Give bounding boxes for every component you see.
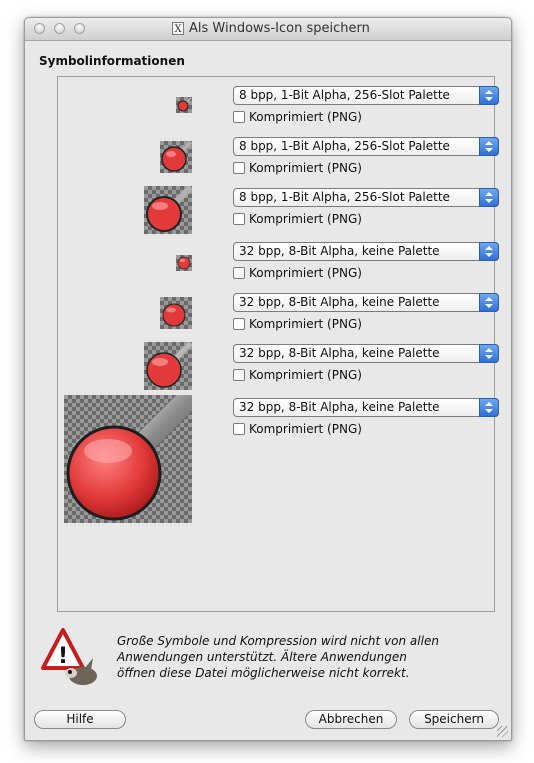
format-select-value: 32 bpp, 8-Bit Alpha, keine Palette bbox=[239, 295, 440, 309]
resize-grip[interactable] bbox=[497, 726, 508, 737]
compress-checkbox[interactable] bbox=[233, 317, 245, 330]
select-arrows-icon bbox=[479, 188, 499, 207]
compress-checkbox-row[interactable]: Komprimiert (PNG) bbox=[233, 110, 362, 126]
select-arrows-icon bbox=[479, 293, 499, 312]
select-arrows-icon bbox=[479, 137, 499, 156]
format-select[interactable]: 8 bpp, 1-Bit Alpha, 256-Slot Palette bbox=[233, 86, 499, 105]
close-window-button[interactable] bbox=[34, 23, 45, 34]
zoom-window-button[interactable] bbox=[74, 23, 85, 34]
compress-checkbox-row[interactable]: Komprimiert (PNG) bbox=[233, 317, 362, 333]
window-title: Als Windows-Icon speichern bbox=[189, 21, 370, 36]
cancel-button[interactable]: Abbrechen bbox=[305, 710, 397, 729]
compress-checkbox-row[interactable]: Komprimiert (PNG) bbox=[233, 368, 362, 384]
save-windows-icon-dialog: X Als Windows-Icon speichern Symbolinfor… bbox=[24, 17, 512, 741]
format-select-value: 32 bpp, 8-Bit Alpha, keine Palette bbox=[239, 244, 440, 258]
compress-checkbox-row[interactable]: Komprimiert (PNG) bbox=[233, 212, 362, 228]
format-select-value: 32 bpp, 8-Bit Alpha, keine Palette bbox=[239, 346, 440, 360]
compress-checkbox-label: Komprimiert (PNG) bbox=[249, 317, 362, 331]
warning-message: Große Symbole und Kompression wird nicht… bbox=[117, 633, 477, 681]
format-select[interactable]: 8 bpp, 1-Bit Alpha, 256-Slot Palette bbox=[233, 188, 499, 207]
svg-text:!: ! bbox=[58, 644, 68, 669]
compress-checkbox-row[interactable]: Komprimiert (PNG) bbox=[233, 161, 362, 177]
compress-checkbox-row[interactable]: Komprimiert (PNG) bbox=[233, 422, 362, 438]
format-select-value: 32 bpp, 8-Bit Alpha, keine Palette bbox=[239, 400, 440, 414]
format-select-value: 8 bpp, 1-Bit Alpha, 256-Slot Palette bbox=[239, 139, 450, 153]
icon-list-panel: 8 bpp, 1-Bit Alpha, 256-Slot Palette Kom… bbox=[57, 76, 499, 612]
icon-preview-32 bbox=[160, 141, 192, 173]
save-button[interactable]: Speichern bbox=[409, 710, 499, 729]
compress-checkbox[interactable] bbox=[233, 110, 245, 123]
compress-checkbox[interactable] bbox=[233, 368, 245, 381]
warning-line: Große Symbole und Kompression wird nicht… bbox=[117, 634, 439, 648]
compress-checkbox-row[interactable]: Komprimiert (PNG) bbox=[233, 266, 362, 282]
format-select[interactable]: 8 bpp, 1-Bit Alpha, 256-Slot Palette bbox=[233, 137, 499, 156]
compress-checkbox-label: Komprimiert (PNG) bbox=[249, 161, 362, 175]
compress-checkbox-label: Komprimiert (PNG) bbox=[249, 422, 362, 436]
compress-checkbox[interactable] bbox=[233, 161, 245, 174]
select-arrows-icon bbox=[479, 242, 499, 261]
compress-checkbox-label: Komprimiert (PNG) bbox=[249, 368, 362, 382]
format-select-value: 8 bpp, 1-Bit Alpha, 256-Slot Palette bbox=[239, 88, 450, 102]
warning-wilber-icon: ! bbox=[41, 628, 99, 688]
select-arrows-icon bbox=[479, 398, 499, 417]
minimize-window-button[interactable] bbox=[54, 23, 65, 34]
compress-checkbox[interactable] bbox=[233, 422, 245, 435]
warning-line: Anwendungen unterstützt. Ältere Anwendun… bbox=[117, 650, 407, 664]
compress-checkbox-label: Komprimiert (PNG) bbox=[249, 266, 362, 280]
icon-preview-48 bbox=[144, 186, 192, 234]
title-bar[interactable]: X Als Windows-Icon speichern bbox=[25, 18, 511, 41]
select-arrows-icon bbox=[479, 344, 499, 363]
icon-preview-48 bbox=[144, 342, 192, 390]
help-button[interactable]: Hilfe bbox=[34, 710, 126, 729]
compress-checkbox[interactable] bbox=[233, 266, 245, 279]
warning-line: öffnen diese Datei möglicherweise nicht … bbox=[117, 666, 410, 680]
icon-preview-32 bbox=[160, 297, 192, 329]
icon-preview-16 bbox=[176, 97, 192, 113]
icon-preview-16 bbox=[176, 255, 192, 271]
format-select[interactable]: 32 bpp, 8-Bit Alpha, keine Palette bbox=[233, 242, 499, 261]
section-title: Symbolinformationen bbox=[39, 54, 185, 68]
format-select-value: 8 bpp, 1-Bit Alpha, 256-Slot Palette bbox=[239, 190, 450, 204]
compress-checkbox[interactable] bbox=[233, 212, 245, 225]
compress-checkbox-label: Komprimiert (PNG) bbox=[249, 110, 362, 124]
format-select[interactable]: 32 bpp, 8-Bit Alpha, keine Palette bbox=[233, 398, 499, 417]
select-arrows-icon bbox=[479, 86, 499, 105]
x11-app-icon: X bbox=[172, 22, 184, 35]
format-select[interactable]: 32 bpp, 8-Bit Alpha, keine Palette bbox=[233, 293, 499, 312]
format-select[interactable]: 32 bpp, 8-Bit Alpha, keine Palette bbox=[233, 344, 499, 363]
compress-checkbox-label: Komprimiert (PNG) bbox=[249, 212, 362, 226]
icon-preview-128 bbox=[64, 395, 192, 523]
